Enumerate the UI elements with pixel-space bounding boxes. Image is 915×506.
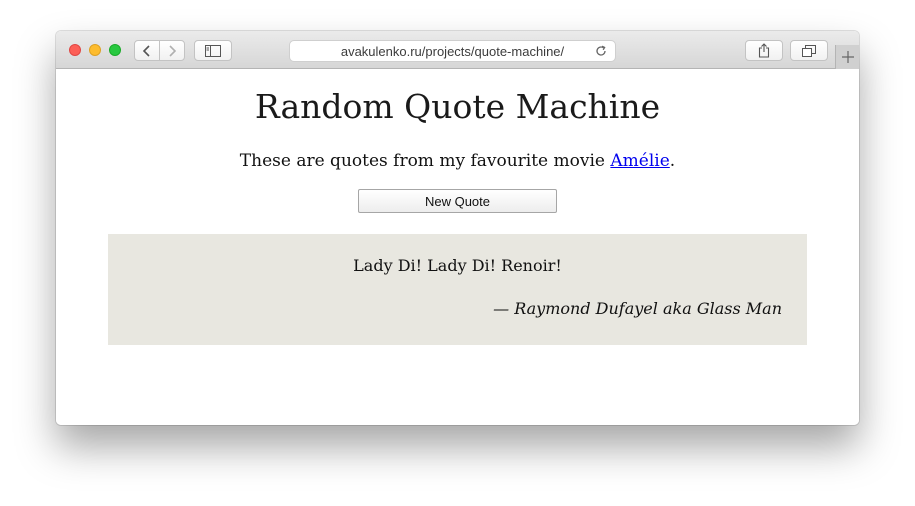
quote-author: — Raymond Dufayel aka Glass Man (493, 299, 782, 318)
movie-link[interactable]: Amélie (610, 151, 669, 171)
quote-text: Lady Di! Lady Di! Renoir! (353, 256, 562, 275)
plus-icon (841, 51, 854, 63)
chevron-left-icon (142, 44, 150, 57)
tabs-overview-icon (802, 44, 816, 57)
sidebar-button[interactable] (194, 40, 232, 61)
reload-button[interactable] (593, 43, 609, 59)
page-title: Random Quote Machine (254, 87, 661, 126)
subtitle-period: . (669, 151, 676, 171)
reload-icon (596, 45, 606, 56)
minimize-window-button[interactable] (89, 44, 101, 56)
share-icon (758, 43, 770, 58)
subtitle-text: These are quotes from my favourite movie (239, 151, 611, 171)
zoom-window-button[interactable] (109, 44, 121, 56)
sidebar-icon (205, 44, 221, 57)
browser-toolbar: avakulenko.ru/projects/quote-machine/ (56, 31, 859, 69)
page-content: Random Quote Machine These are quotes fr… (56, 69, 859, 425)
address-text: avakulenko.ru/projects/quote-machine/ (340, 43, 565, 59)
tabs-overview-button[interactable] (790, 40, 828, 61)
quote-box: Lady Di! Lady Di! Renoir! — Raymond Dufa… (108, 234, 807, 345)
close-window-button[interactable] (69, 44, 81, 56)
chevron-right-icon (169, 44, 177, 57)
page-subtitle: These are quotes from my favourite movie… (56, 151, 859, 171)
forward-button[interactable] (159, 40, 185, 61)
back-button[interactable] (134, 40, 160, 61)
browser-window: avakulenko.ru/projects/quote-machine/ Ra… (56, 31, 859, 425)
share-button[interactable] (745, 40, 783, 61)
new-tab-button[interactable] (835, 45, 859, 69)
address-bar[interactable]: avakulenko.ru/projects/quote-machine/ (289, 40, 616, 62)
new-quote-button[interactable]: New Quote (358, 189, 557, 213)
